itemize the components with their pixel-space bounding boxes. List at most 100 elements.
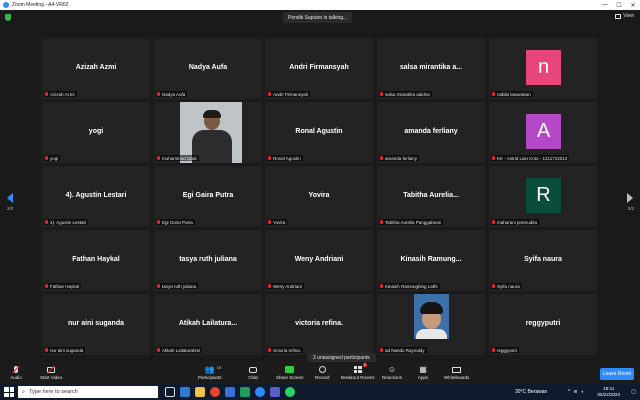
start-video-button[interactable]: Start Video [40,364,62,380]
participant-tile[interactable]: A KK - Astrid Lian Koto - 1211712012 [489,102,597,163]
participant-tile[interactable]: ad Nando Raynaldy [377,294,485,355]
security-shield-icon[interactable] [5,14,11,21]
participant-display-name: yogi [88,128,104,135]
windows-taskbar: ⌕ Type here to search 30°C Berawan ^ ≋ ◖… [0,384,640,400]
edge-browser-icon[interactable] [180,387,190,397]
page-indicator-right: 2/2 [627,206,634,211]
participant-name-label: amanda ferliany [379,155,420,161]
active-speaker-banner: Pendik Saputro is talking... [283,12,353,23]
audio-button[interactable]: Audio [10,364,22,380]
microphone-muted-icon [10,364,22,375]
windows-start-icon[interactable] [4,387,14,397]
apps-button[interactable]: ▦ Apps [417,364,429,380]
chrome-browser-icon[interactable] [210,387,220,397]
participant-name-label: Nadya Aufa [156,91,188,97]
weather-widget[interactable]: 30°C Berawan [515,384,547,400]
close-button[interactable]: ✕ [626,0,640,10]
chat-bubble-icon [247,364,259,375]
participant-tile[interactable]: amanda ferliany amanda ferliany [377,102,485,163]
participant-avatar: R [526,178,561,213]
participant-tile[interactable]: Weny Andriani Weny Andriani [265,230,373,291]
participant-name-label: ad Nando Raynaldy [379,347,427,353]
participant-tile[interactable]: muhammad iqbal [154,102,262,163]
participant-display-name: victoria refina. [295,320,343,327]
word-app-icon[interactable] [225,387,235,397]
participants-label: Participants [198,375,222,380]
participant-tile[interactable]: Azizah Azmi Azizah Azmi [42,38,150,99]
reactions-button[interactable]: ☺ Reactions [382,364,402,380]
participant-display-name: salsa mirantika a... [399,64,463,71]
participant-display-name: Egi Gaira Putra [182,192,234,199]
participant-tile[interactable]: Ronal Agustin Ronal Agustin [265,102,373,163]
participant-name-label: Azizah Azmi [44,91,77,97]
taskbar-clock[interactable]: 18:41 05/22/2023 [597,386,620,398]
task-view-icon[interactable] [165,387,175,397]
maximize-button[interactable]: ☐ [612,0,626,10]
participant-tile[interactable]: Syifa naura Syifa naura [489,230,597,291]
excel-app-icon[interactable] [240,387,250,397]
participant-tile[interactable]: Nadya Aufa Nadya Aufa [154,38,262,99]
participant-display-name: 4). Agustin Lestari [65,192,127,199]
participant-tile[interactable]: salsa mirantika a... salsa mirantika adid… [377,38,485,99]
participant-tile[interactable]: yogi yogi [42,102,150,163]
start-video-label: Start Video [40,375,63,380]
breakout-rooms-label: Breakout Rooms [341,375,375,380]
breakout-rooms-button[interactable]: 2 Breakout Rooms [341,363,375,380]
whiteboards-button[interactable]: Whiteboards [444,364,469,380]
participant-name-label: Fathan Haykal [44,283,82,289]
participant-tile[interactable]: Yovira Yovira [265,166,373,227]
file-explorer-icon[interactable] [195,387,205,397]
participant-name-label: reggyputri [491,347,520,353]
taskbar-search-input[interactable]: ⌕ Type here to search [18,386,158,398]
participants-button[interactable]: 👥 19 Participants [198,364,222,380]
muted-mic-icon [157,348,160,352]
participant-tile[interactable]: Fathan Haykal Fathan Haykal [42,230,150,291]
participant-tile[interactable]: 4). Agustin Lestari 4). Agustin Lestari [42,166,150,227]
chat-label: Chat [248,375,258,380]
minimize-button[interactable]: — [598,0,612,10]
participant-name-label: Syifa naura [491,283,522,289]
whatsapp-icon[interactable] [285,387,295,397]
participant-tile[interactable]: Egi Gaira Putra Egi Gaira Putra [154,166,262,227]
participant-display-name: Atikah Lailatura... [178,320,238,327]
participant-display-name: Ronal Agustin [295,128,343,135]
view-button[interactable]: View [615,13,634,19]
participant-tile[interactable]: Atikah Lailatura... Atikah Lailaturahmi [154,294,262,355]
muted-mic-icon [45,156,48,160]
participant-display-name: Kinasih Ramung... [400,256,462,263]
participant-avatar: A [526,114,561,149]
previous-page-arrow-icon[interactable] [7,193,13,203]
participant-display-name: Andri Firmansyah [289,64,349,71]
teams-app-icon[interactable] [270,387,280,397]
muted-mic-icon [380,92,383,96]
participant-video-feed [180,102,242,163]
breakout-badge: 2 [362,363,367,367]
participant-tile[interactable]: nur aini suganda nur aini suganda [42,294,150,355]
zoom-taskbar-icon[interactable] [255,387,265,397]
participant-tile[interactable]: Kinasih Ramung... Kinasih Ramunghing Lath… [377,230,485,291]
share-screen-button[interactable]: Share Screen [276,364,304,380]
participant-name-label: victoria refina. [267,347,304,353]
participant-tile[interactable]: Rmaharani pramudita [489,166,597,227]
muted-mic-icon [45,284,48,288]
system-tray[interactable]: ^ ≋ ◖ [568,384,584,400]
participant-tile[interactable]: reggyputri reggyputri [489,294,597,355]
participant-name-label: Kinasih Ramunghing Lathi [379,283,440,289]
chat-button[interactable]: Chat [247,364,259,380]
reactions-label: Reactions [382,375,403,380]
record-button[interactable]: Record [315,364,330,380]
notifications-icon[interactable]: ▢ [631,384,636,400]
participant-tile[interactable]: victoria refina. victoria refina. [265,294,373,355]
next-page-arrow-icon[interactable] [627,193,633,203]
leave-room-button[interactable]: Leave Room [600,368,634,380]
muted-mic-icon [157,284,160,288]
participant-tile[interactable]: tasya ruth juliana tasya ruth juliana [154,230,262,291]
participant-name-label: Ronal Agustin [267,155,303,161]
participant-tile[interactable]: Tabitha Aurelia... Tabitha Aurelia Pangga… [377,166,485,227]
participant-name-label: tasya ruth juliana [156,283,199,289]
participant-name-label: yogi [44,155,61,161]
participant-name-label: KK - Astrid Lian Koto - 1211712012 [491,155,570,161]
participants-icon: 👥 19 [204,365,222,374]
participant-tile[interactable]: Andri Firmansyah Andri Firmansyah [265,38,373,99]
participant-tile[interactable]: n nabila lawarakan [489,38,597,99]
